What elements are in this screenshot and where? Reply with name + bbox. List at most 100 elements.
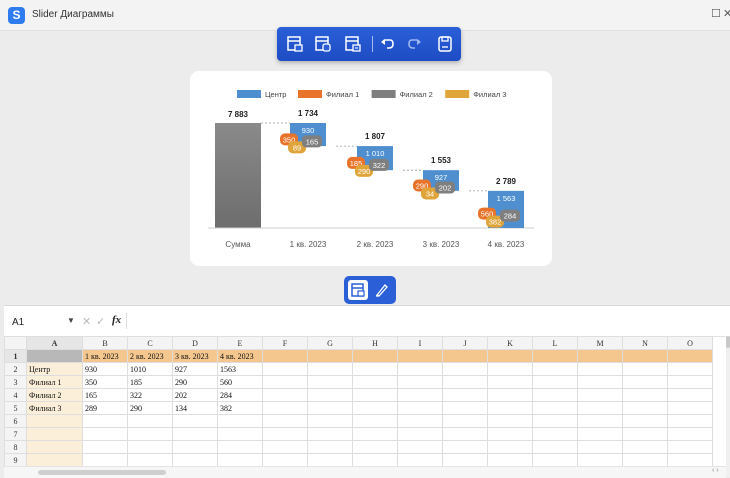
table-cell[interactable] xyxy=(442,375,488,389)
table-cell[interactable] xyxy=(532,440,578,454)
table-cell[interactable] xyxy=(352,362,398,376)
cancel-formula-icon[interactable]: ✕ xyxy=(82,315,91,328)
table-cell[interactable] xyxy=(352,414,398,428)
table-cell[interactable]: 202 xyxy=(172,388,218,402)
table-cell[interactable] xyxy=(532,375,578,389)
close-icon[interactable]: ✕ xyxy=(723,7,730,20)
table-cell[interactable] xyxy=(307,401,353,415)
row-header[interactable]: 3 xyxy=(4,375,27,389)
row-header[interactable]: 6 xyxy=(4,414,27,428)
table-cell[interactable]: 4 кв. 2023 xyxy=(217,349,263,363)
table-cell[interactable] xyxy=(532,453,578,466)
table-cell[interactable] xyxy=(262,362,308,376)
table-cell[interactable]: 290 xyxy=(172,375,218,389)
table-cell[interactable]: 290 xyxy=(127,401,173,415)
table-cell[interactable] xyxy=(352,427,398,441)
table-cell[interactable]: 382 xyxy=(217,401,263,415)
table-cell[interactable] xyxy=(127,440,173,454)
table-cell[interactable] xyxy=(487,375,533,389)
style-brush-icon[interactable] xyxy=(372,280,392,300)
column-header[interactable]: L xyxy=(532,336,578,350)
table-cell[interactable]: Филиал 2 xyxy=(26,388,83,402)
table-cell[interactable] xyxy=(352,453,398,466)
table-cell[interactable] xyxy=(577,401,623,415)
horizontal-scroll-thumb[interactable] xyxy=(38,470,166,475)
table-cell[interactable] xyxy=(577,375,623,389)
table-cell[interactable] xyxy=(82,453,128,466)
table-cell[interactable] xyxy=(307,427,353,441)
table-cell[interactable] xyxy=(487,453,533,466)
table-cell[interactable] xyxy=(217,453,263,466)
table-cell[interactable] xyxy=(172,427,218,441)
table-cell[interactable] xyxy=(667,349,713,363)
table-cell[interactable] xyxy=(82,427,128,441)
table-cell[interactable] xyxy=(667,414,713,428)
data-edit-mode-icon[interactable] xyxy=(348,280,368,300)
column-header[interactable]: K xyxy=(487,336,533,350)
table-cell[interactable] xyxy=(667,362,713,376)
data-table[interactable]: ABCDEFGHIJKLMNO 1 1 кв. 2023 2 кв. 2023 3 кв… xyxy=(4,336,713,466)
table-cell[interactable] xyxy=(172,440,218,454)
table-cell[interactable]: 560 xyxy=(217,375,263,389)
row-header[interactable]: 4 xyxy=(4,388,27,402)
table-cell[interactable] xyxy=(622,388,668,402)
table-cell[interactable] xyxy=(442,427,488,441)
table-cell[interactable] xyxy=(577,414,623,428)
column-header[interactable]: J xyxy=(442,336,488,350)
column-header[interactable]: O xyxy=(667,336,713,350)
table-cell[interactable] xyxy=(487,414,533,428)
table-cell[interactable] xyxy=(262,349,308,363)
table-cell[interactable] xyxy=(442,362,488,376)
table-cell[interactable] xyxy=(532,349,578,363)
table-cell[interactable] xyxy=(577,440,623,454)
table-cell[interactable] xyxy=(26,440,83,454)
table-cell[interactable] xyxy=(667,401,713,415)
column-header[interactable]: A xyxy=(26,336,83,350)
table-cell[interactable] xyxy=(262,427,308,441)
table-cell[interactable] xyxy=(307,388,353,402)
table-settings-icon[interactable] xyxy=(343,34,363,54)
table-cell[interactable] xyxy=(667,375,713,389)
table-cell[interactable] xyxy=(262,388,308,402)
table-cell[interactable] xyxy=(26,453,83,466)
table-cell[interactable] xyxy=(397,349,443,363)
row-header[interactable]: 8 xyxy=(4,440,27,454)
column-header[interactable]: H xyxy=(352,336,398,350)
column-header[interactable]: N xyxy=(622,336,668,350)
table-cell[interactable] xyxy=(352,388,398,402)
column-header[interactable]: C xyxy=(127,336,173,350)
table-cell[interactable] xyxy=(532,414,578,428)
table-cell[interactable] xyxy=(217,427,263,441)
column-header[interactable]: F xyxy=(262,336,308,350)
table-cell[interactable] xyxy=(397,427,443,441)
table-cell[interactable]: 322 xyxy=(127,388,173,402)
table-cell[interactable] xyxy=(352,440,398,454)
select-all-corner[interactable] xyxy=(4,336,27,350)
function-icon[interactable]: fx xyxy=(112,314,121,326)
column-header[interactable]: B xyxy=(82,336,128,350)
table-cell[interactable] xyxy=(262,440,308,454)
table-cell[interactable] xyxy=(577,453,623,466)
table-cell[interactable]: Центр xyxy=(26,362,83,376)
table-cell[interactable] xyxy=(622,401,668,415)
table-cell[interactable] xyxy=(172,414,218,428)
table-cell[interactable]: 927 xyxy=(172,362,218,376)
table-cell[interactable] xyxy=(622,440,668,454)
table-cell[interactable] xyxy=(127,427,173,441)
table-cell[interactable] xyxy=(577,388,623,402)
table-cell[interactable] xyxy=(307,440,353,454)
confirm-formula-icon[interactable]: ✓ xyxy=(96,315,105,328)
table-cell[interactable]: 165 xyxy=(82,388,128,402)
table-cell[interactable] xyxy=(667,388,713,402)
table-cell[interactable] xyxy=(172,453,218,466)
table-cell[interactable] xyxy=(217,414,263,428)
table-cell[interactable] xyxy=(532,362,578,376)
table-cell[interactable]: 1 кв. 2023 xyxy=(82,349,128,363)
maximize-icon[interactable]: ☐ xyxy=(711,7,721,20)
table-cell[interactable] xyxy=(442,414,488,428)
table-cell[interactable] xyxy=(262,453,308,466)
table-cell[interactable] xyxy=(26,349,83,363)
table-cell[interactable] xyxy=(397,401,443,415)
row-header[interactable]: 9 xyxy=(4,453,27,466)
table-cell[interactable] xyxy=(622,375,668,389)
